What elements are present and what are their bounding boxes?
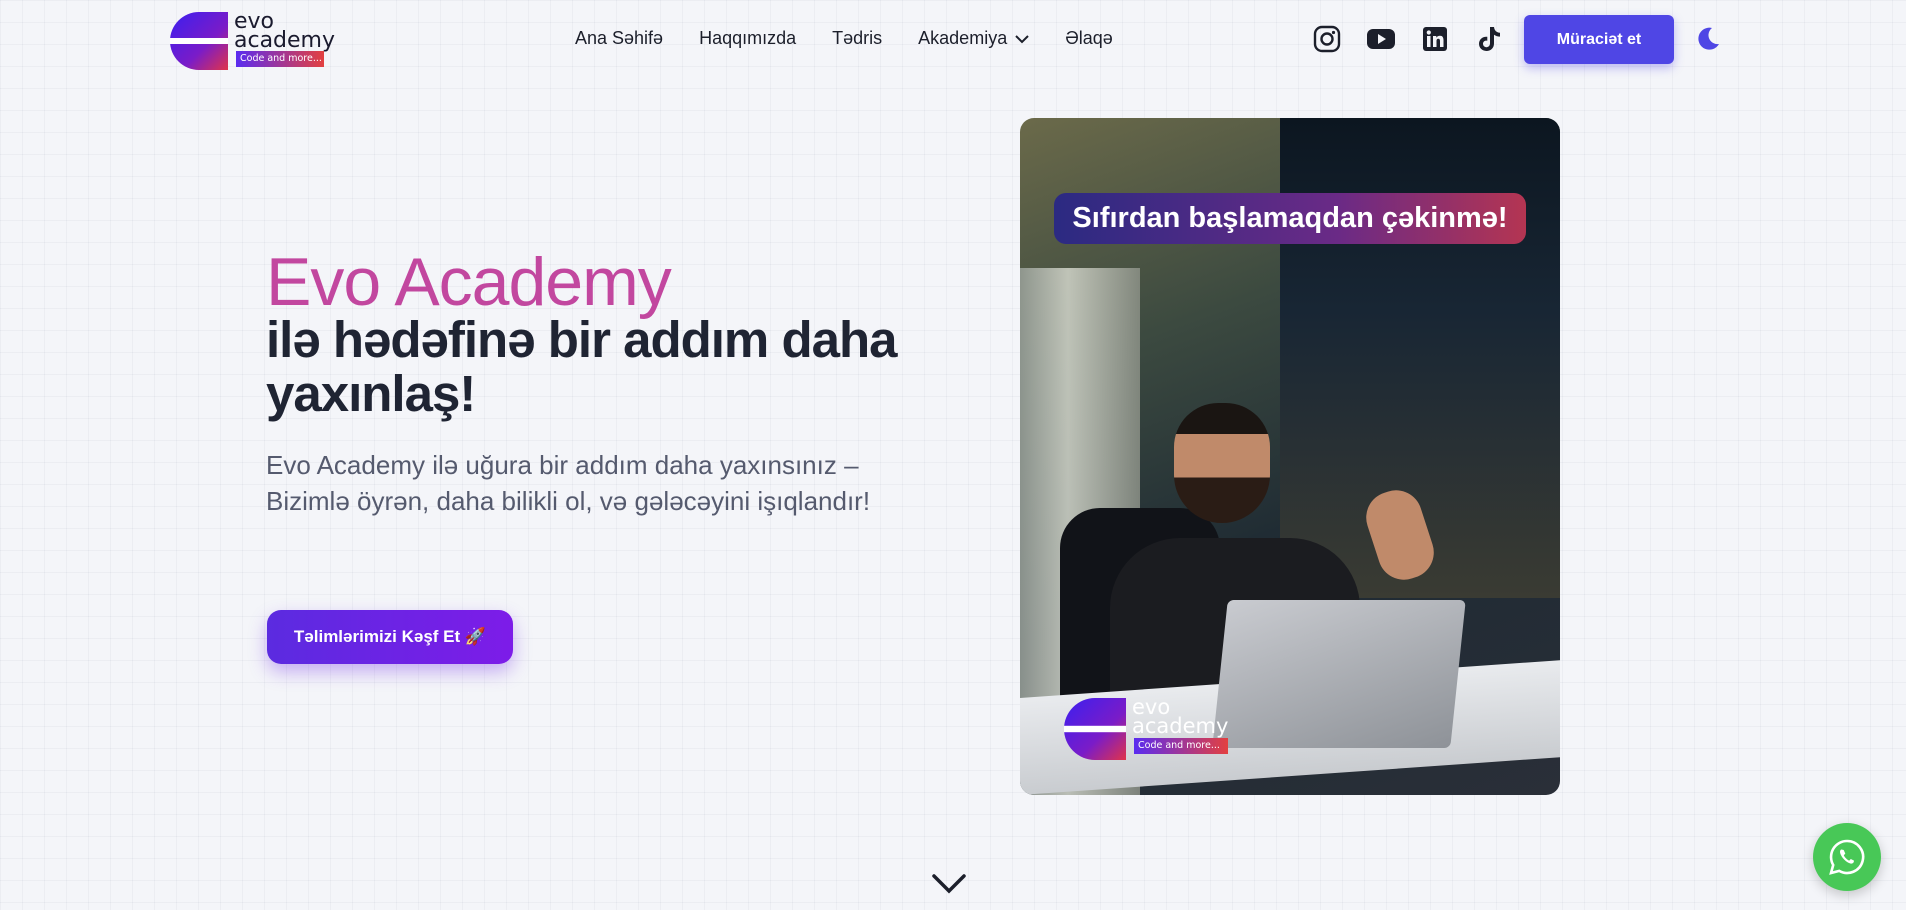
youtube-icon[interactable] [1366,24,1396,54]
nav-item-label: Haqqımızda [699,28,797,48]
nav-item-about[interactable]: Haqqımızda [699,28,796,49]
nav-item-home[interactable]: Ana Səhifə [575,28,663,49]
explore-trainings-button[interactable]: Təlimlərimizi Kəşf Et 🚀 [267,610,513,664]
nav-item-label: Əlaqə [1065,28,1113,48]
logo-wordmark: evo academy [234,11,336,53]
hero-title-accent: Evo Academy [266,244,672,320]
scroll-down-chevron-icon[interactable] [931,872,967,896]
main-nav: Ana Səhifə Haqqımızda Tədris Akademiya Ə… [575,28,1149,49]
photo-logo: evo academy Code and more... [1064,697,1254,760]
social-links [1312,24,1528,54]
whatsapp-button[interactable] [1813,823,1881,891]
nav-item-education[interactable]: Tədris [832,28,882,49]
instagram-icon[interactable] [1312,24,1342,54]
photo-logo-tagline: Code and more... [1134,738,1228,754]
nav-item-academy[interactable]: Akademiya [918,28,1029,49]
photo-logo-wordmark: evo academy [1132,697,1229,738]
whatsapp-icon [1829,839,1865,875]
nav-item-contact[interactable]: Əlaqə [1065,28,1113,49]
logo-mark-icon [170,12,228,70]
logo-mark-icon [1064,698,1126,760]
logo[interactable]: evo academy Code and more... [170,11,340,70]
site-header: evo academy Code and more... Ana Səhifə … [0,0,1906,80]
nav-item-label: Tədris [832,28,883,48]
nav-item-label: Akademiya [918,28,1008,48]
nav-item-label: Ana Səhifə [575,28,664,48]
logo-tagline: Code and more... [236,51,324,67]
logo-line2: academy [234,28,336,53]
tiktok-icon[interactable] [1474,24,1504,54]
hero-subtitle: Evo Academy ilə uğura bir addım daha yax… [266,450,871,516]
hero-photo: Sıfırdan başlamaqdan çəkinmə! evo academ… [1020,118,1560,795]
photo-person-head [1174,403,1270,523]
photo-banner: Sıfırdan başlamaqdan çəkinmə! [1054,193,1526,244]
apply-button[interactable]: Müraciət et [1524,15,1674,64]
chevron-down-icon [1015,34,1029,43]
moon-icon[interactable] [1694,25,1722,53]
hero-title-main: ilə hədəfinə bir addım daha yaxınlaş! [266,311,897,422]
linkedin-icon[interactable] [1420,24,1450,54]
photo-logo-line2: academy [1132,714,1229,738]
